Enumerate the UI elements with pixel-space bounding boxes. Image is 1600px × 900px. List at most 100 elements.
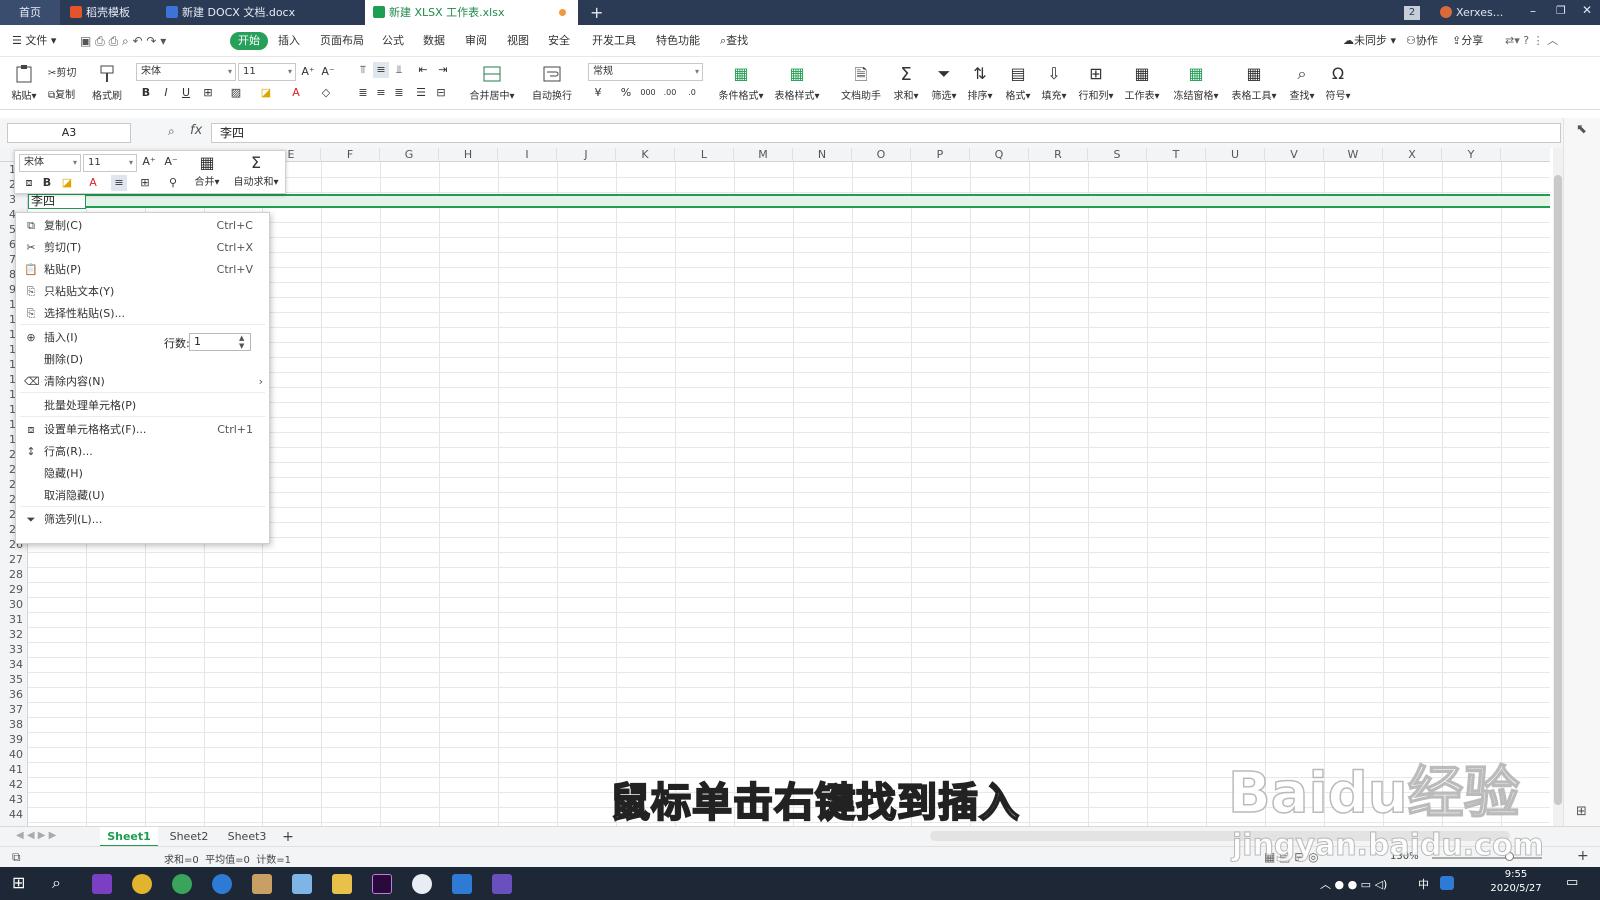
mini-font-color-icon[interactable]: A [85, 175, 101, 191]
cell-style-icon[interactable]: ▨ [228, 85, 244, 101]
format-painter-button[interactable]: 格式刷 [92, 64, 122, 102]
context-item-12[interactable]: 取消隐藏(U) [16, 485, 269, 507]
search-command[interactable]: ⌕查找 [720, 32, 748, 50]
align-right-icon[interactable]: ≣ [391, 85, 407, 101]
row-header[interactable]: 44 [0, 807, 28, 822]
new-tab-button[interactable]: + [590, 0, 610, 25]
sheet-tab-1[interactable]: Sheet1 [100, 827, 158, 847]
row-col-button[interactable]: ⊞ 行和列▾ [1076, 64, 1116, 102]
row-header[interactable]: 34 [0, 657, 28, 672]
copy-button[interactable]: ⧉复制 [48, 86, 75, 101]
tab-special[interactable]: 特色功能 [656, 32, 700, 50]
symbol-button[interactable]: Ω 符号▾ [1324, 64, 1352, 102]
column-header-r[interactable]: R [1029, 148, 1088, 162]
tab-data[interactable]: 数据 [423, 32, 445, 50]
column-header-m[interactable]: M [734, 148, 793, 162]
grid-view-icon[interactable]: ⊞ [1576, 804, 1587, 819]
row-header[interactable]: 39 [0, 732, 28, 747]
context-item-0[interactable]: ⧉ 复制(C) Ctrl+C [16, 215, 269, 237]
filter-button[interactable]: ⏷ 筛选▾ [930, 64, 958, 102]
row-header[interactable]: 42 [0, 777, 28, 792]
browser2-icon[interactable] [212, 874, 232, 894]
format-button[interactable]: ▤ 格式▾ [1004, 64, 1032, 102]
rows-count-stepper[interactable]: ▲ ▼ [239, 334, 244, 350]
column-header-k[interactable]: K [616, 148, 675, 162]
sum-button[interactable]: Σ 求和▾ [892, 64, 920, 102]
row-header[interactable]: 31 [0, 612, 28, 627]
context-item-8[interactable]: 批量处理单元格(P) [16, 395, 269, 417]
context-item-7[interactable]: ⌫ 清除内容(N) › [16, 371, 269, 393]
bold-button[interactable]: B [138, 85, 154, 101]
column-header-v[interactable]: V [1265, 148, 1324, 162]
mini-format-icon[interactable]: ⧈ [21, 175, 37, 191]
underline-button[interactable]: U [178, 85, 194, 101]
context-item-4[interactable]: ⎘ 选择性粘贴(S)... [16, 303, 269, 325]
share-button[interactable]: ⇪分享 [1452, 32, 1483, 50]
tab-developer[interactable]: 开发工具 [592, 32, 636, 50]
add-sheet-button[interactable]: + [278, 827, 298, 847]
row-header[interactable]: 36 [0, 687, 28, 702]
file-menu[interactable]: ☰ 文件 ▾ [12, 32, 56, 50]
font-name-select[interactable]: 宋体 [136, 63, 236, 81]
table-tools-button[interactable]: ▦ 表格工具▾ [1228, 64, 1280, 102]
column-header-x[interactable]: X [1383, 148, 1442, 162]
increase-decimal-icon[interactable]: .00 [662, 85, 678, 101]
minimize-button[interactable]: – [1530, 4, 1536, 18]
row-header[interactable]: 29 [0, 582, 28, 597]
increase-font-icon[interactable]: A⁺ [300, 64, 316, 80]
column-header-n[interactable]: N [793, 148, 852, 162]
sync-status[interactable]: ☁未同步 ▾ [1343, 32, 1396, 50]
sheet-tab-2[interactable]: Sheet2 [160, 827, 218, 847]
conditional-format-button[interactable]: ▦ 条件格式▾ [718, 64, 764, 102]
cell-a3[interactable]: 李四 [28, 194, 86, 209]
context-item-2[interactable]: 📋 粘贴(P) Ctrl+V [16, 259, 269, 281]
mini-font-select[interactable]: 宋体 [19, 154, 81, 172]
indent-increase-icon[interactable]: ⇥ [435, 62, 451, 78]
row-header[interactable]: 3 [0, 192, 28, 207]
app-icon[interactable] [252, 874, 272, 894]
row-header[interactable]: 35 [0, 672, 28, 687]
column-header-l[interactable]: L [675, 148, 734, 162]
window-tools-icons[interactable]: ⇄▾ ? ⋮ ︿ [1505, 32, 1558, 50]
wps-icon[interactable] [452, 874, 472, 894]
row-header[interactable]: 27 [0, 552, 28, 567]
column-header-w[interactable]: W [1324, 148, 1383, 162]
tab-review[interactable]: 审阅 [465, 32, 487, 50]
row-header[interactable]: 32 [0, 627, 28, 642]
tab-home-ribbon[interactable]: 开始 [230, 32, 268, 50]
window-count-badge[interactable]: 2 [1404, 6, 1420, 20]
quick-access-icons[interactable]: ▣ ⎙ ⎙ ⌕ ↶ ↷ ▾ [80, 32, 166, 50]
freeze-panes-button[interactable]: ▦ 冻结窗格▾ [1170, 64, 1222, 102]
column-header-i[interactable]: I [498, 148, 557, 162]
mini-align-icon[interactable]: ≡ [111, 175, 127, 191]
player-icon[interactable] [492, 874, 512, 894]
name-box[interactable]: A3 [7, 123, 131, 143]
sheet-nav-arrows[interactable]: ◀ ◀ ▶ ▶ [16, 830, 56, 841]
notes-icon[interactable] [292, 874, 312, 894]
sort-button[interactable]: ⇅ 排序▾ [966, 64, 994, 102]
qq-icon[interactable] [1440, 876, 1454, 890]
context-item-1[interactable]: ✂ 剪切(T) Ctrl+X [16, 237, 269, 259]
mini-autosum-button[interactable]: Σ 自动求和▾ [229, 153, 283, 188]
worksheet-button[interactable]: ▦ 工作表▾ [1122, 64, 1162, 102]
table-style-button[interactable]: ▦ 表格样式▾ [774, 64, 820, 102]
mini-border-icon[interactable]: ⊞ [137, 175, 153, 191]
mini-brush-icon[interactable]: ⚲ [165, 175, 181, 191]
italic-button[interactable]: I [158, 85, 174, 101]
row-header[interactable]: 40 [0, 747, 28, 762]
font-size-select[interactable]: 11 [238, 63, 296, 81]
align-left-icon[interactable]: ≣ [355, 85, 371, 101]
decrease-font-icon[interactable]: A⁻ [320, 64, 336, 80]
macro-icon[interactable]: ⧉ [12, 850, 21, 865]
column-header-p[interactable]: P [911, 148, 970, 162]
column-header-g[interactable]: G [380, 148, 439, 162]
tab-home[interactable]: 首页 [0, 0, 60, 25]
fill-color-icon[interactable]: ◪ [258, 85, 274, 101]
tray-icons[interactable]: ︿ ● ● ▭ ◁) [1320, 876, 1387, 892]
tab-insert[interactable]: 插入 [278, 32, 300, 50]
file-explorer-icon[interactable] [332, 874, 352, 894]
fx-icon[interactable]: fx [190, 123, 202, 138]
row-header[interactable]: 43 [0, 792, 28, 807]
column-header-u[interactable]: U [1206, 148, 1265, 162]
onenote-icon[interactable] [92, 874, 112, 894]
